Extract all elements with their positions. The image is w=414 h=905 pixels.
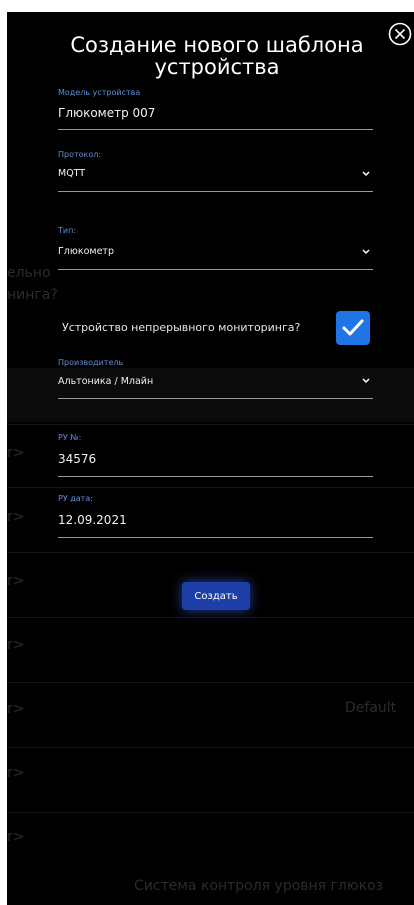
- close-circle-icon: [388, 22, 412, 46]
- background-divider: [7, 552, 414, 553]
- chevron-down-icon: [362, 249, 370, 255]
- model-input[interactable]: Глюкометр 007: [58, 106, 155, 120]
- background-divider: [7, 424, 414, 425]
- model-underline: [58, 129, 373, 130]
- manufacturer-select[interactable]: Производитель Альтоника / Млайн: [58, 358, 373, 402]
- background-text: Система контроля уровня глюкоз: [134, 878, 384, 894]
- background-row-marker: r>: [7, 637, 25, 653]
- background-divider: [7, 487, 414, 488]
- protocol-value: MQTT: [58, 168, 86, 179]
- background-row-marker: r>: [7, 445, 25, 461]
- ru-date-field[interactable]: РУ дата: 12.09.2021: [58, 494, 373, 538]
- protocol-label: Протокол:: [58, 150, 102, 159]
- ru-number-field[interactable]: РУ №: 34576: [58, 433, 373, 477]
- ru-number-label: РУ №:: [58, 433, 82, 442]
- type-select[interactable]: Тип: Глюкометр: [58, 226, 373, 270]
- background-row-marker: r>: [7, 765, 25, 781]
- manufacturer-label: Производитель: [58, 358, 124, 367]
- background-text: ельно: [7, 265, 51, 281]
- ru-date-label: РУ дата:: [58, 494, 93, 503]
- background-divider: [7, 682, 414, 683]
- protocol-select[interactable]: Протокол: MQTT: [58, 150, 373, 194]
- close-button[interactable]: [387, 21, 413, 47]
- background-text: Default: [345, 700, 397, 716]
- manufacturer-underline: [58, 398, 373, 399]
- ru-date-underline: [58, 537, 373, 538]
- background-row-marker: r>: [7, 829, 25, 845]
- create-button[interactable]: Создать: [182, 582, 250, 610]
- background-divider: [7, 812, 414, 813]
- manufacturer-value: Альтоника / Млайн: [58, 376, 154, 387]
- background-divider: [7, 617, 414, 618]
- protocol-underline: [58, 191, 373, 192]
- background-divider: [7, 747, 414, 748]
- type-label: Тип:: [58, 226, 77, 235]
- model-field[interactable]: Модель устройства Глюкометр 007: [58, 88, 373, 132]
- background-row-marker: r>: [7, 701, 25, 717]
- type-value: Глюкометр: [58, 246, 114, 257]
- type-underline: [58, 269, 373, 270]
- ru-number-underline: [58, 476, 373, 477]
- screen: ельно нинга? r> r> r> r> r> r> r> Defaul…: [7, 12, 414, 905]
- background-row-marker: r>: [7, 573, 25, 589]
- dialog-title: Создание нового шаблона устройства: [70, 33, 364, 79]
- model-label: Модель устройства: [58, 88, 141, 97]
- checkmark-icon: [342, 319, 364, 336]
- chevron-down-icon: [362, 378, 370, 384]
- chevron-down-icon: [362, 171, 370, 177]
- background-text: нинга?: [7, 287, 58, 303]
- ru-number-input[interactable]: 34576: [58, 452, 96, 466]
- background-row-marker: r>: [7, 509, 25, 525]
- continuous-monitoring-checkbox[interactable]: [336, 311, 370, 345]
- ru-date-input[interactable]: 12.09.2021: [58, 513, 127, 527]
- continuous-monitoring-label: Устройство непрерывного мониторинга?: [62, 321, 301, 334]
- continuous-monitoring-row: Устройство непрерывного мониторинга?: [62, 311, 374, 345]
